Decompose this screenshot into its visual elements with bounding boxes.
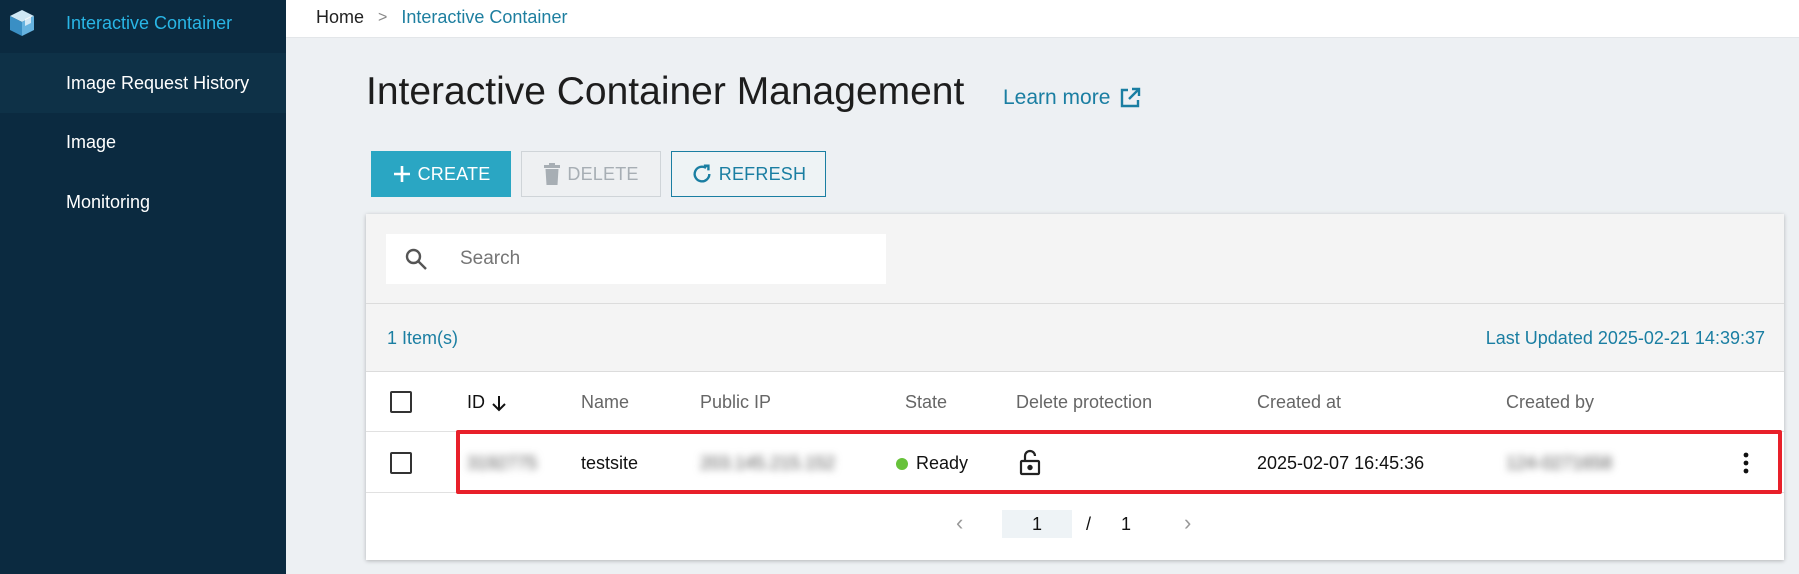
top-bar: Home > Interactive Container [286,0,1799,38]
row-id: 3192775 [467,453,538,473]
delete-button-label: DELETE [567,163,639,184]
select-all-checkbox[interactable] [390,391,412,413]
sidebar-item-label: Interactive Container [66,12,233,33]
more-options-icon[interactable] [1742,451,1750,475]
table-row[interactable]: 3192775 testsite 203.145.215.152 Ready 2… [366,433,1784,493]
external-link-icon [1121,87,1141,108]
row-name[interactable]: testsite [581,453,638,474]
row-checkbox[interactable] [390,452,412,474]
sidebar-item-image[interactable]: Image [0,113,286,171]
column-header-name[interactable]: Name [581,392,629,413]
row-state: Ready [896,453,968,474]
unlocked-padlock-icon[interactable] [1019,449,1041,476]
pagination-separator: / [1086,514,1092,534]
search-area [366,214,1784,304]
column-header-created-by[interactable]: Created by [1506,392,1594,413]
row-state-label: Ready [916,453,969,473]
list-info-bar: 1 Item(s) Last Updated 2025-02-21 14:39:… [366,304,1784,372]
current-page-input[interactable]: 1 [1002,510,1072,538]
sidebar: Interactive Container Image Request Hist… [0,0,286,574]
column-header-delete-protection[interactable]: Delete protection [1016,392,1152,413]
sort-arrow-down-icon [492,395,506,411]
row-created-by: 124-0271658 [1506,453,1613,473]
search-input[interactable] [460,234,870,284]
learn-more-link[interactable]: Learn more [1003,86,1142,110]
sidebar-item-label: Image [66,131,117,152]
search-box[interactable] [386,234,886,284]
breadcrumb-separator: > [378,8,388,26]
refresh-button[interactable]: REFRESH [671,151,826,197]
next-page-icon[interactable]: › [1184,510,1191,536]
breadcrumb-home-link[interactable]: Home [316,7,364,28]
learn-more-label: Learn more [1003,86,1111,109]
breadcrumb: Home > Interactive Container [316,7,567,28]
total-pages: 1 [1121,514,1132,534]
delete-button[interactable]: DELETE [521,151,661,197]
refresh-icon [693,164,711,183]
column-header-state[interactable]: State [905,392,947,413]
sidebar-item-label: Monitoring [66,191,151,212]
create-button[interactable]: CREATE [371,151,511,197]
sidebar-item-label: Image Request History [66,72,250,93]
column-header-id[interactable]: ID [467,392,507,413]
last-updated: Last Updated 2025-02-21 14:39:37 [1485,328,1765,348]
previous-page-icon[interactable]: ‹ [956,510,963,536]
column-header-created-at[interactable]: Created at [1257,392,1341,413]
create-button-label: CREATE [417,163,491,184]
items-count: 1 Item(s) [387,328,459,348]
trash-icon [544,163,561,185]
refresh-button-label: REFRESH [718,163,807,184]
table-header: ID Name Public IP State Delete protectio… [366,372,1784,432]
row-public-ip: 203.145.215.152 [700,453,836,473]
column-header-id-label: ID [467,392,485,412]
breadcrumb-current[interactable]: Interactive Container [401,7,567,28]
page-title: Interactive Container Management [366,70,965,113]
ready-status-dot-icon [896,457,908,470]
pagination: ‹ 1 / 1 › [366,494,1784,554]
search-icon [405,248,427,270]
sidebar-item-image-request-history[interactable]: Image Request History [0,53,286,113]
row-created-at: 2025-02-07 16:45:36 [1257,453,1425,473]
plus-icon [393,166,410,182]
sidebar-item-interactive-container[interactable]: Interactive Container [0,0,286,52]
column-header-public-ip[interactable]: Public IP [700,392,771,413]
container-list-panel: 1 Item(s) Last Updated 2025-02-21 14:39:… [366,214,1784,560]
sidebar-item-monitoring[interactable]: Monitoring [0,173,286,231]
